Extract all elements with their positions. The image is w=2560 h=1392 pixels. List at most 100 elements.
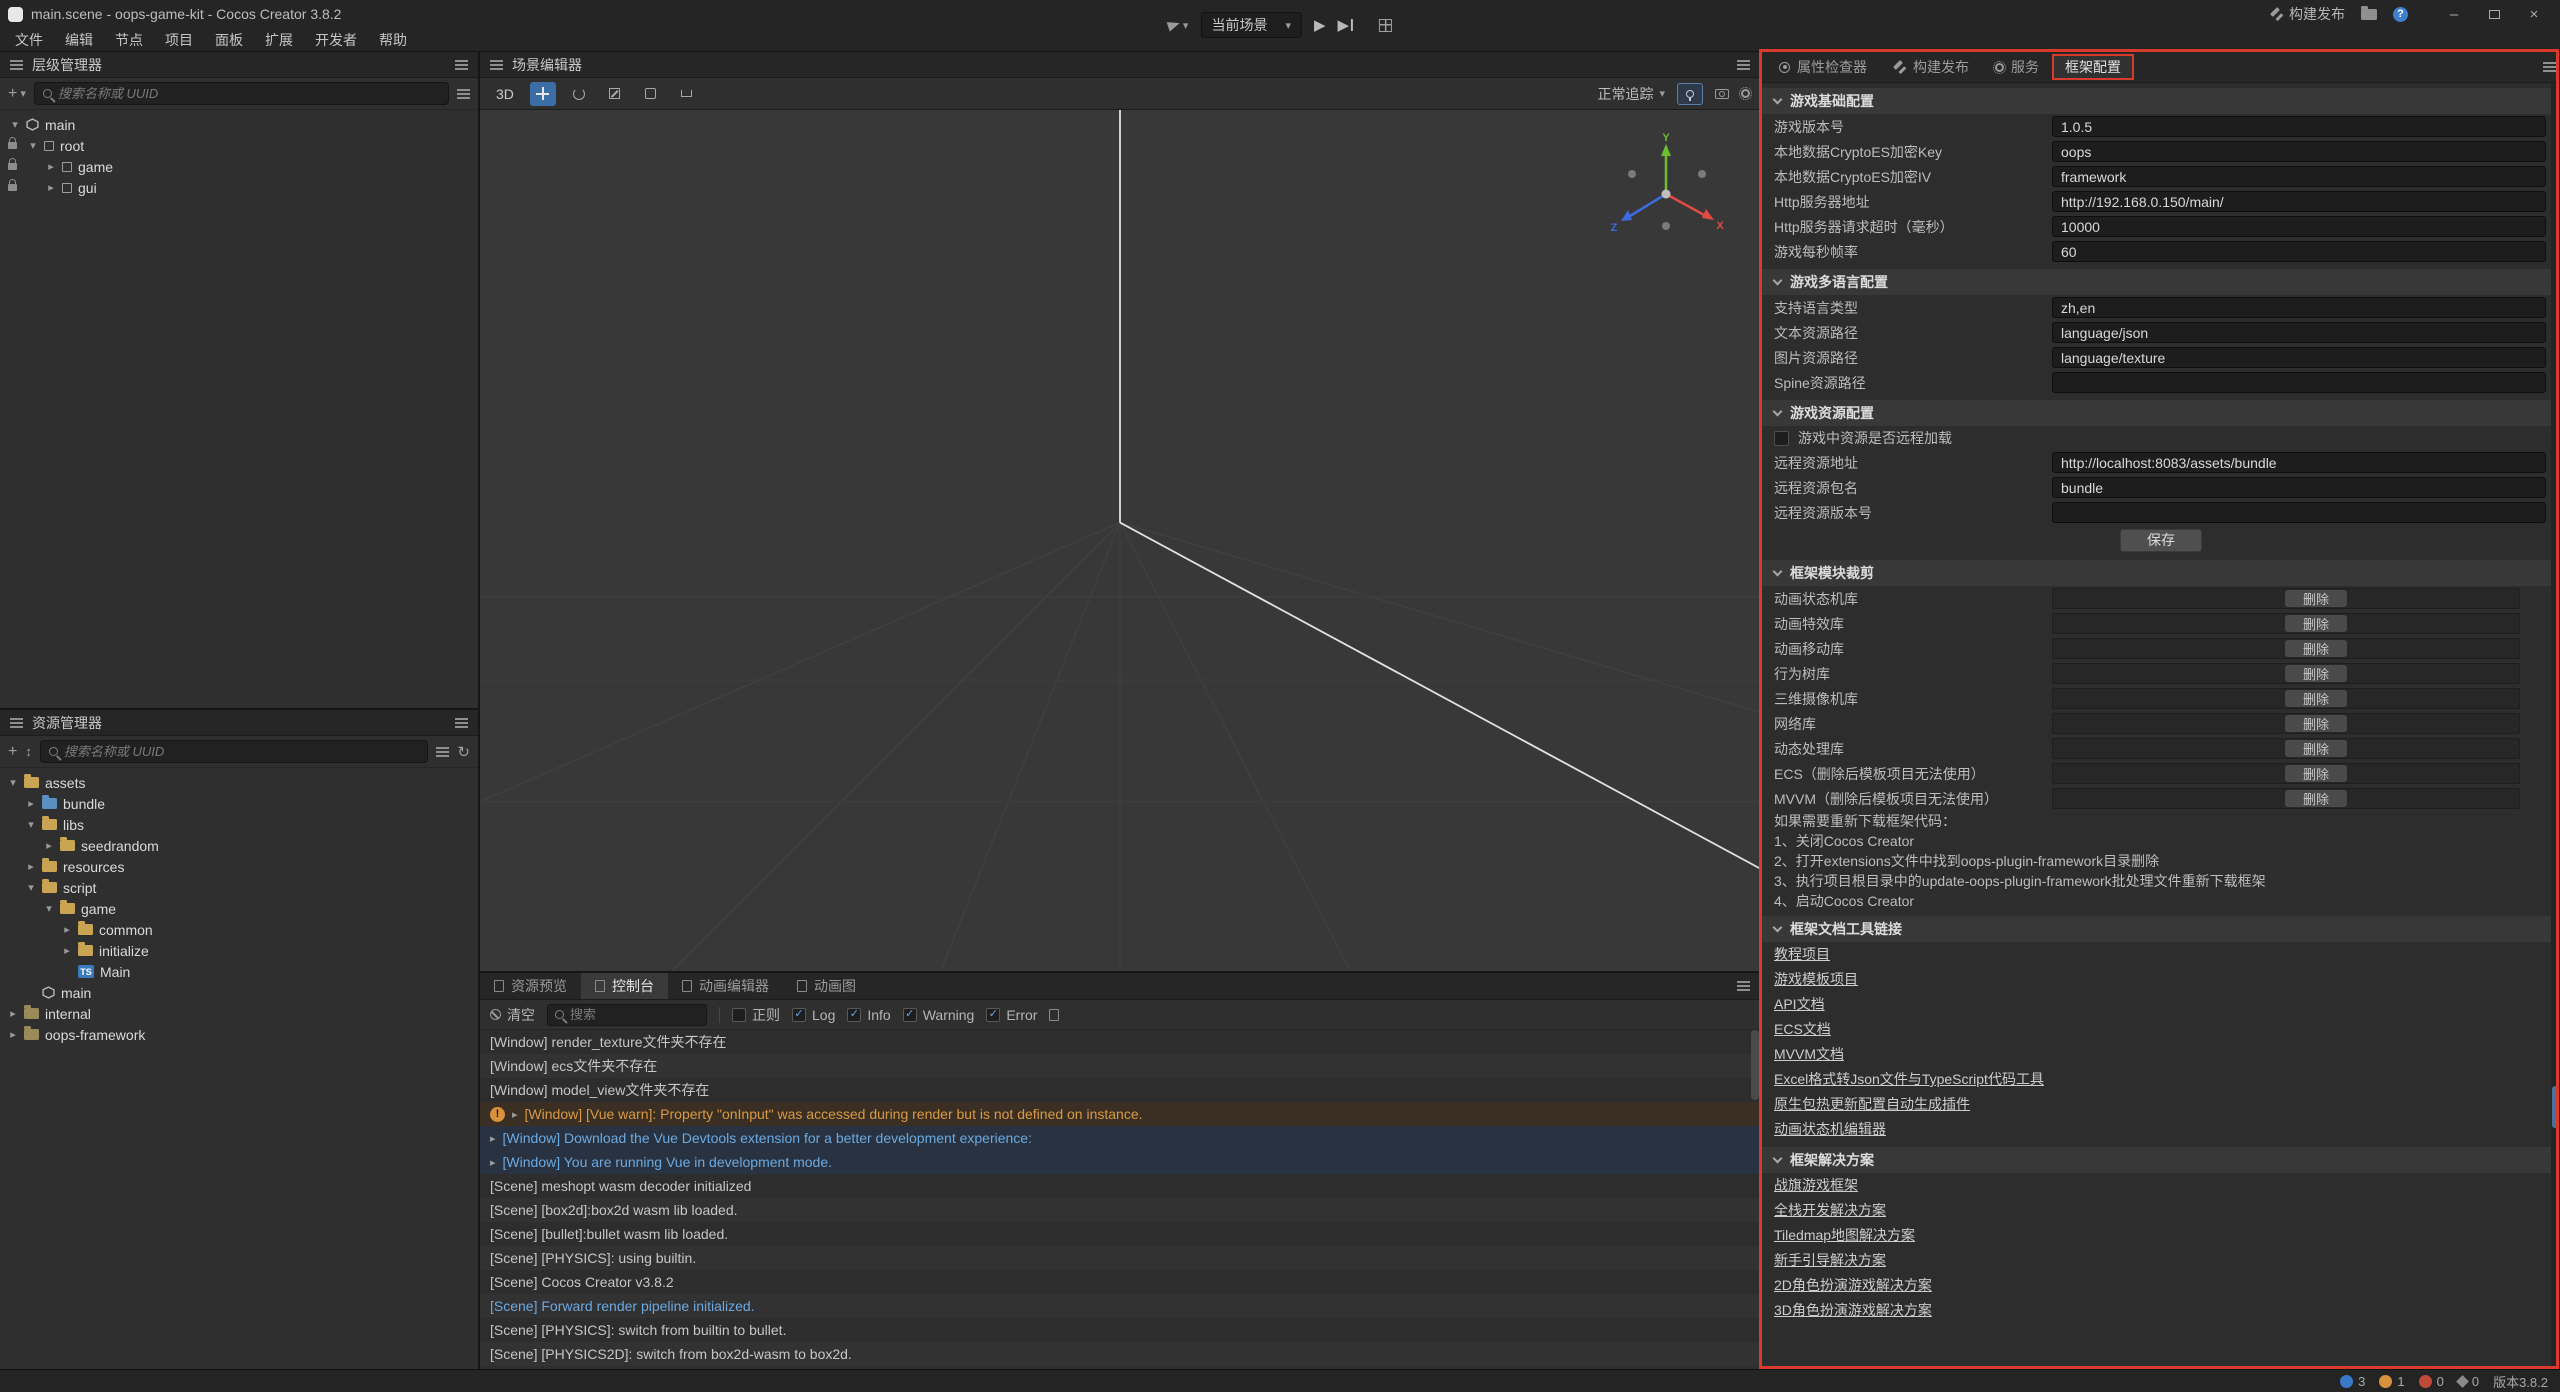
- tree-row[interactable]: ▸initialize: [0, 940, 478, 961]
- expand-arrow-icon[interactable]: ▾: [10, 118, 20, 131]
- expand-arrow-icon[interactable]: ▸: [490, 1132, 496, 1145]
- filter-warning-checkbox[interactable]: ✓Warning: [903, 1007, 975, 1023]
- tab-service[interactable]: 服务: [1982, 52, 2052, 82]
- create-node-button[interactable]: +▾: [8, 85, 26, 103]
- section-framework-docs[interactable]: 框架文档工具链接: [1762, 916, 2560, 942]
- help-icon[interactable]: ?: [2393, 7, 2408, 22]
- clear-console-button[interactable]: 清空: [490, 1005, 535, 1025]
- scale-tool-button[interactable]: [602, 82, 628, 106]
- move-tool-button[interactable]: [530, 82, 556, 106]
- console-search-input[interactable]: [570, 1007, 699, 1022]
- link-ecs-docs[interactable]: ECS文档: [1762, 1017, 2560, 1042]
- filter-error-checkbox[interactable]: ✓Error: [986, 1007, 1037, 1023]
- console-menu-icon[interactable]: [1737, 985, 1750, 987]
- hierarchy-search-input[interactable]: [58, 86, 440, 101]
- expand-arrow-icon[interactable]: ▸: [26, 797, 36, 810]
- link-fullstack-solution[interactable]: 全栈开发解决方案: [1762, 1198, 2560, 1223]
- error-count[interactable]: 0: [2419, 1374, 2444, 1389]
- tab-console[interactable]: 控制台: [581, 973, 668, 999]
- expand-arrow-icon[interactable]: ▸: [62, 923, 72, 936]
- wrap-lines-icon[interactable]: [1049, 1009, 1059, 1021]
- menu-edit[interactable]: 编辑: [54, 28, 104, 52]
- console-log-list[interactable]: [Window] render_texture文件夹不存在 [Window] e…: [480, 1030, 1760, 1369]
- expand-arrow-icon[interactable]: ▸: [26, 860, 36, 873]
- log-row-warning[interactable]: !▸[Window] [Vue warn]: Property "onInput…: [480, 1102, 1760, 1126]
- delete-button[interactable]: 删除: [2285, 590, 2347, 607]
- section-framework-modules[interactable]: 框架模块裁剪: [1762, 560, 2560, 586]
- texture-path-input[interactable]: [2052, 347, 2546, 368]
- expand-arrow-icon[interactable]: ▸: [8, 1028, 18, 1041]
- crypto-key-input[interactable]: [2052, 141, 2546, 162]
- expand-arrow-icon[interactable]: ▸: [44, 839, 54, 852]
- link-template-project[interactable]: 游戏模板项目: [1762, 967, 2560, 992]
- http-server-input[interactable]: [2052, 191, 2546, 212]
- minimize-button[interactable]: –: [2434, 1, 2474, 27]
- tab-asset-preview[interactable]: 资源预览: [480, 973, 581, 999]
- remote-version-input[interactable]: [2052, 502, 2546, 523]
- link-tiledmap-solution[interactable]: Tiledmap地图解决方案: [1762, 1223, 2560, 1248]
- remote-load-checkbox-row[interactable]: 游戏中资源是否远程加载: [1762, 426, 2560, 450]
- delete-button[interactable]: 删除: [2285, 765, 2347, 782]
- section-framework-solutions[interactable]: 框架解决方案: [1762, 1147, 2560, 1173]
- log-row[interactable]: [Scene] [box2d]:box2d wasm lib loaded.: [480, 1198, 1760, 1222]
- assets-search-input[interactable]: [64, 744, 420, 759]
- scene-viewport[interactable]: Y X Z: [480, 110, 1760, 971]
- menu-help[interactable]: 帮助: [368, 28, 418, 52]
- sort-assets-icon[interactable]: ↕: [25, 744, 32, 759]
- layout-grid-icon[interactable]: [1379, 19, 1392, 32]
- tab-build-publish[interactable]: 构建发布: [1880, 52, 1982, 82]
- tree-row[interactable]: ▾ main: [0, 114, 478, 135]
- log-row-info[interactable]: [Scene] Forward render pipeline initiali…: [480, 1294, 1760, 1318]
- menu-extension[interactable]: 扩展: [254, 28, 304, 52]
- tree-row[interactable]: ▸resources: [0, 856, 478, 877]
- tree-row[interactable]: ▸internal: [0, 1003, 478, 1024]
- open-folder-icon[interactable]: [2361, 9, 2377, 20]
- console-scrollbar[interactable]: [1751, 1030, 1759, 1100]
- hierarchy-menu-icon[interactable]: [455, 64, 468, 66]
- link-mvvm-docs[interactable]: MVVM文档: [1762, 1042, 2560, 1067]
- log-row[interactable]: [Window] ecs文件夹不存在: [480, 1054, 1760, 1078]
- tree-row[interactable]: ▾ root: [0, 135, 478, 156]
- expand-arrow-icon[interactable]: ▾: [44, 902, 54, 915]
- fps-input[interactable]: [2052, 241, 2546, 262]
- tree-row[interactable]: ▸main: [0, 982, 478, 1003]
- lock-icon[interactable]: [8, 142, 17, 149]
- assets-menu-icon[interactable]: [455, 722, 468, 724]
- link-hotupdate-plugin[interactable]: 原生包热更新配置自动生成插件: [1762, 1092, 2560, 1117]
- scrollbar-thumb[interactable]: [2552, 1086, 2559, 1128]
- regex-checkbox[interactable]: 正则: [732, 1005, 780, 1025]
- expand-arrow-icon[interactable]: ▾: [28, 139, 38, 152]
- maximize-button[interactable]: [2474, 1, 2514, 27]
- expand-arrow-icon[interactable]: ▸: [46, 181, 56, 194]
- tab-property-inspector[interactable]: 属性检查器: [1766, 52, 1880, 82]
- build-publish-button[interactable]: 构建发布: [2270, 4, 2345, 24]
- text-path-input[interactable]: [2052, 322, 2546, 343]
- log-row-info[interactable]: ▸[Window] Download the Vue Devtools exte…: [480, 1126, 1760, 1150]
- delete-button[interactable]: 删除: [2285, 740, 2347, 757]
- expand-arrow-icon[interactable]: ▾: [26, 818, 36, 831]
- axis-gizmo[interactable]: Y X Z: [1606, 132, 1726, 244]
- expand-arrow-icon[interactable]: ▸: [8, 1007, 18, 1020]
- section-game-language-config[interactable]: 游戏多语言配置: [1762, 269, 2560, 295]
- filter-icon[interactable]: [436, 751, 449, 753]
- log-row[interactable]: [Scene] [PHYSICS2D]: switch from box2d-w…: [480, 1342, 1760, 1366]
- link-excel-tool[interactable]: Excel格式转Json文件与TypeScript代码工具: [1762, 1067, 2560, 1092]
- log-row[interactable]: [Scene] Cocos Creator v3.8.2: [480, 1270, 1760, 1294]
- camera-icon[interactable]: [1715, 89, 1729, 99]
- mode-3d-button[interactable]: 3D: [490, 84, 520, 104]
- expand-arrow-icon[interactable]: ▸: [46, 160, 56, 173]
- menu-file[interactable]: 文件: [4, 28, 54, 52]
- tree-row[interactable]: ▸ gui: [0, 177, 478, 198]
- tree-row[interactable]: ▸oops-framework: [0, 1024, 478, 1045]
- light-toggle-button[interactable]: [1677, 83, 1703, 105]
- link-slg-framework[interactable]: 战旗游戏框架: [1762, 1173, 2560, 1198]
- step-button[interactable]: ▶: [1338, 16, 1354, 34]
- log-row[interactable]: [Scene] meshopt wasm decoder initialized: [480, 1174, 1760, 1198]
- log-row[interactable]: [Scene] [PHYSICS]: switch from builtin t…: [480, 1318, 1760, 1342]
- log-row[interactable]: [Scene] [bullet]:bullet wasm lib loaded.: [480, 1222, 1760, 1246]
- anchor-tool-button[interactable]: [674, 82, 700, 106]
- tree-row[interactable]: ▸TSMain: [0, 961, 478, 982]
- menu-panel[interactable]: 面板: [204, 28, 254, 52]
- task-count[interactable]: 0: [2458, 1374, 2479, 1389]
- remote-bundle-input[interactable]: [2052, 477, 2546, 498]
